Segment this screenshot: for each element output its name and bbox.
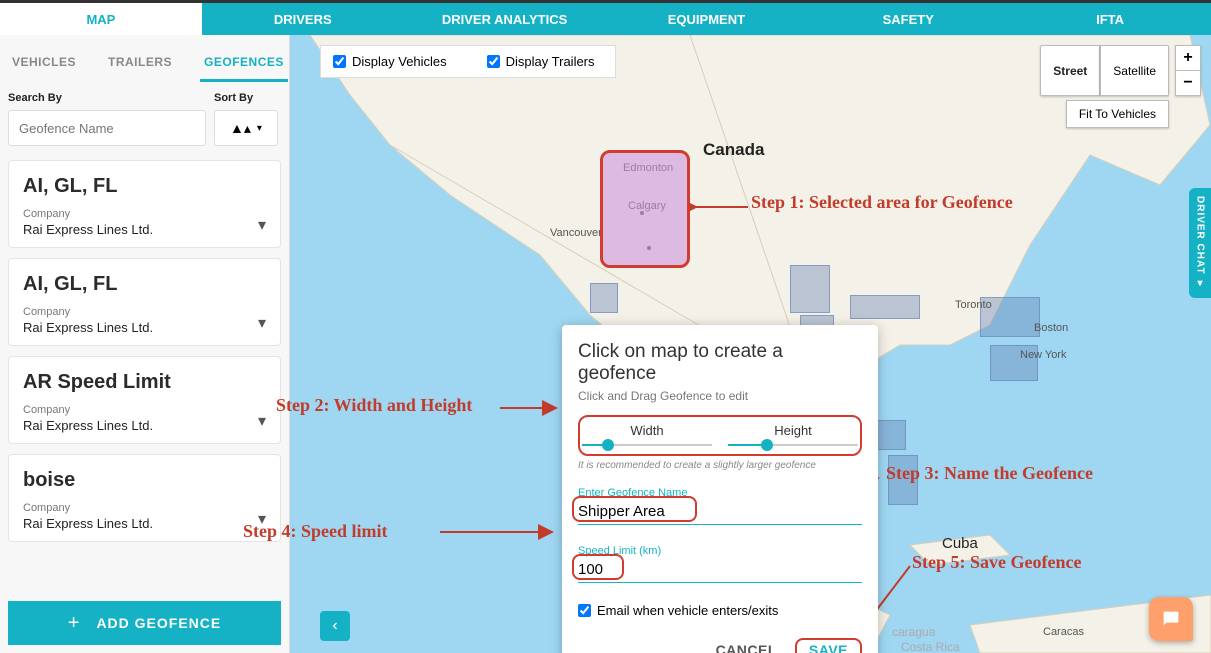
card-title: boise: [23, 469, 266, 492]
map-label: Vancouver: [550, 227, 602, 239]
email-notify-label: Email when vehicle enters/exits: [597, 603, 778, 618]
existing-geofence: [888, 455, 918, 505]
subtab-trailers[interactable]: TRAILERS: [104, 45, 176, 82]
geofence-search-input[interactable]: [8, 110, 206, 146]
map-label: Canada: [703, 140, 764, 160]
height-label: Height: [728, 423, 858, 438]
annotation-highlight: [572, 496, 697, 522]
height-slider[interactable]: [728, 444, 858, 446]
existing-geofence: [850, 295, 920, 319]
sort-by-label: Sort By: [214, 92, 278, 104]
chevron-down-icon: ▾: [257, 123, 262, 134]
geofence-list[interactable]: AI, GL, FL Company Rai Express Lines Ltd…: [0, 152, 289, 601]
map-label: caragua: [892, 625, 935, 639]
card-sub-label: Company: [23, 306, 266, 318]
sort-select[interactable]: ▲▴ ▾: [214, 110, 278, 146]
create-geofence-panel: Click on map to create a geofence Click …: [562, 325, 878, 653]
nav-tab-safety[interactable]: SAFETY: [807, 3, 1009, 35]
chevron-down-icon[interactable]: ▾: [258, 509, 266, 529]
map-canvas[interactable]: Display Vehicles Display Trailers Street…: [290, 35, 1211, 653]
card-sub-value: Rai Express Lines Ltd.: [23, 222, 266, 237]
nav-tab-ifta[interactable]: IFTA: [1009, 3, 1211, 35]
card-sub-label: Company: [23, 502, 266, 514]
card-title: AI, GL, FL: [23, 175, 266, 198]
zoom-in-button[interactable]: +: [1175, 45, 1201, 71]
driver-chat-label: DRIVER CHAT: [1195, 196, 1206, 275]
card-sub-label: Company: [23, 404, 266, 416]
card-title: AI, GL, FL: [23, 273, 266, 296]
map-label: Boston: [1034, 322, 1068, 334]
add-geofence-label: ADD GEOFENCE: [96, 615, 221, 631]
subtab-row: VEHICLES TRAILERS GEOFENCES: [0, 35, 289, 82]
email-notify-checkbox[interactable]: [578, 604, 591, 617]
display-vehicles-checkbox[interactable]: Display Vehicles: [333, 54, 447, 69]
annotation-highlight: [572, 554, 624, 580]
add-geofence-button[interactable]: + ADD GEOFENCE: [8, 601, 281, 645]
nav-tab-equipment[interactable]: EQUIPMENT: [605, 3, 807, 35]
card-title: AR Speed Limit: [23, 371, 266, 394]
geofence-card[interactable]: AI, GL, FL Company Rai Express Lines Ltd…: [8, 160, 281, 248]
panel-title: Click on map to create a geofence: [578, 341, 862, 385]
chevron-down-icon: ▾: [1195, 278, 1206, 290]
nav-tab-driver-analytics[interactable]: DRIVER ANALYTICS: [404, 3, 606, 35]
map-controls: Street Satellite + − Fit To Vehicles: [1040, 45, 1201, 128]
card-sub-value: Rai Express Lines Ltd.: [23, 516, 266, 531]
card-sub-value: Rai Express Lines Ltd.: [23, 320, 266, 335]
slider-row: Width Height: [578, 415, 862, 456]
subtab-geofences[interactable]: GEOFENCES: [200, 45, 288, 82]
subtab-vehicles[interactable]: VEHICLES: [8, 45, 80, 82]
checkbox-icon[interactable]: [333, 55, 346, 68]
display-trailers-checkbox[interactable]: Display Trailers: [487, 54, 595, 69]
map-label: Caracas: [1043, 626, 1084, 638]
chevron-left-icon: ‹: [332, 617, 337, 635]
width-slider[interactable]: [582, 444, 712, 446]
zoom-out-button[interactable]: −: [1175, 70, 1201, 96]
existing-geofence: [790, 265, 830, 313]
display-options-panel: Display Vehicles Display Trailers: [320, 45, 616, 78]
card-sub-label: Company: [23, 208, 266, 220]
chevron-down-icon[interactable]: ▾: [258, 313, 266, 333]
nav-tab-map[interactable]: MAP: [0, 3, 202, 35]
plus-icon: +: [68, 612, 81, 635]
sidebar: VEHICLES TRAILERS GEOFENCES Search By So…: [0, 35, 290, 653]
map-label: Cuba: [942, 535, 978, 552]
display-trailers-label: Display Trailers: [506, 54, 595, 69]
map-label: New York: [1020, 349, 1066, 361]
terrain-icon: ▲▴: [230, 120, 251, 137]
geofence-card[interactable]: AR Speed Limit Company Rai Express Lines…: [8, 356, 281, 444]
geofence-card[interactable]: AI, GL, FL Company Rai Express Lines Ltd…: [8, 258, 281, 346]
cancel-button[interactable]: CANCEL: [716, 642, 777, 653]
checkbox-icon[interactable]: [487, 55, 500, 68]
chat-icon: [1160, 608, 1182, 630]
nav-tab-drivers[interactable]: DRIVERS: [202, 3, 404, 35]
main-nav: MAP DRIVERS DRIVER ANALYTICS EQUIPMENT S…: [0, 3, 1211, 35]
panel-subtitle: Click and Drag Geofence to edit: [578, 389, 862, 403]
geofence-card[interactable]: boise Company Rai Express Lines Ltd. ▾: [8, 454, 281, 542]
map-label: Costa Rica: [901, 640, 960, 653]
map-type-street-button[interactable]: Street: [1040, 45, 1100, 96]
card-sub-value: Rai Express Lines Ltd.: [23, 418, 266, 433]
save-button[interactable]: SAVE: [795, 638, 862, 653]
map-label: Toronto: [955, 299, 992, 311]
map-type-satellite-button[interactable]: Satellite: [1100, 45, 1169, 96]
fit-to-vehicles-button[interactable]: Fit To Vehicles: [1066, 100, 1169, 128]
display-vehicles-label: Display Vehicles: [352, 54, 447, 69]
chat-fab-button[interactable]: [1149, 597, 1193, 641]
width-label: Width: [582, 423, 712, 438]
collapse-sidebar-button[interactable]: ‹: [320, 611, 350, 641]
panel-note: It is recommended to create a slightly l…: [578, 460, 862, 471]
existing-geofence: [590, 283, 618, 313]
selected-geofence-area[interactable]: [600, 150, 690, 268]
chevron-down-icon[interactable]: ▾: [258, 411, 266, 431]
search-by-label: Search By: [8, 92, 206, 104]
chevron-down-icon[interactable]: ▾: [258, 215, 266, 235]
driver-chat-button[interactable]: DRIVER CHAT ▾: [1189, 188, 1211, 298]
